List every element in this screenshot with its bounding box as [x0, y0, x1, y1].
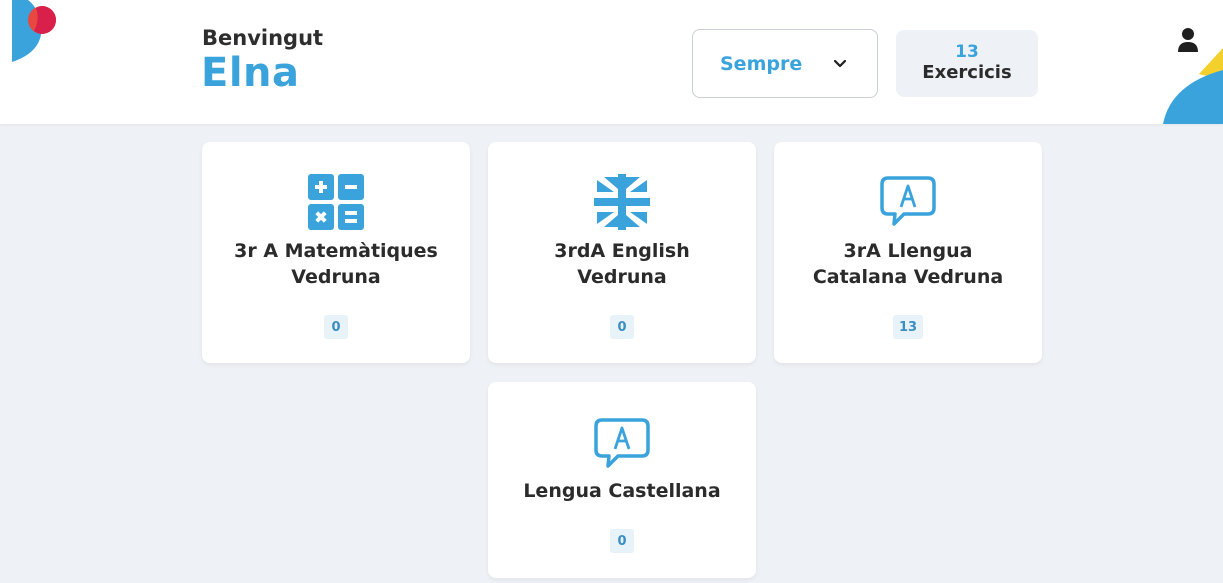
exercises-count: 13: [955, 42, 979, 63]
user-icon[interactable]: [1176, 27, 1200, 53]
calculator-icon: [308, 174, 364, 230]
course-title-line: 3rA Llengua: [843, 240, 973, 262]
course-card-english[interactable]: 3rdA English Vedruna 0: [488, 142, 756, 363]
welcome-text: Benvingut: [202, 26, 324, 50]
course-card-matematiques[interactable]: 3r A Matemàtiques Vedruna 0: [202, 142, 470, 363]
course-title: Lengua Castellana: [498, 478, 746, 504]
exercise-count-badge: 13: [892, 315, 924, 339]
course-title: 3rdA English Vedruna: [498, 238, 746, 290]
exercise-count-badge: 0: [610, 529, 634, 553]
period-select-value: Sempre: [720, 52, 803, 75]
course-title-line: 3rdA English: [554, 240, 690, 262]
app-header: Benvingut Elna Sempre 13 Exercicis: [0, 0, 1223, 124]
course-title-line: Catalana Vedruna: [812, 266, 1004, 288]
user-name: Elna: [201, 50, 300, 96]
period-select[interactable]: Sempre: [692, 29, 878, 98]
course-title-line: Vedruna: [291, 266, 381, 288]
course-title: 3rA Llengua Catalana Vedruna: [784, 238, 1032, 290]
speech-bubble-a-icon: [594, 418, 650, 468]
course-title-line: 3r A Matemàtiques: [234, 240, 438, 262]
exercise-count-badge: 0: [324, 315, 348, 339]
course-title: 3r A Matemàtiques Vedruna: [212, 238, 460, 290]
course-card-catalana[interactable]: 3rA Llengua Catalana Vedruna 13: [774, 142, 1042, 363]
exercises-counter: 13 Exercicis: [896, 30, 1038, 97]
exercises-label: Exercicis: [922, 61, 1012, 83]
course-title-line: Lengua Castellana: [523, 480, 721, 502]
union-jack-icon: [594, 174, 650, 230]
course-title-line: Vedruna: [577, 266, 667, 288]
chevron-down-icon: [833, 59, 847, 68]
course-card-castellana[interactable]: Lengua Castellana 0: [488, 382, 756, 578]
speech-bubble-a-icon: [880, 176, 936, 226]
exercise-count-badge: 0: [610, 315, 634, 339]
logo-decoration: [12, 0, 56, 62]
